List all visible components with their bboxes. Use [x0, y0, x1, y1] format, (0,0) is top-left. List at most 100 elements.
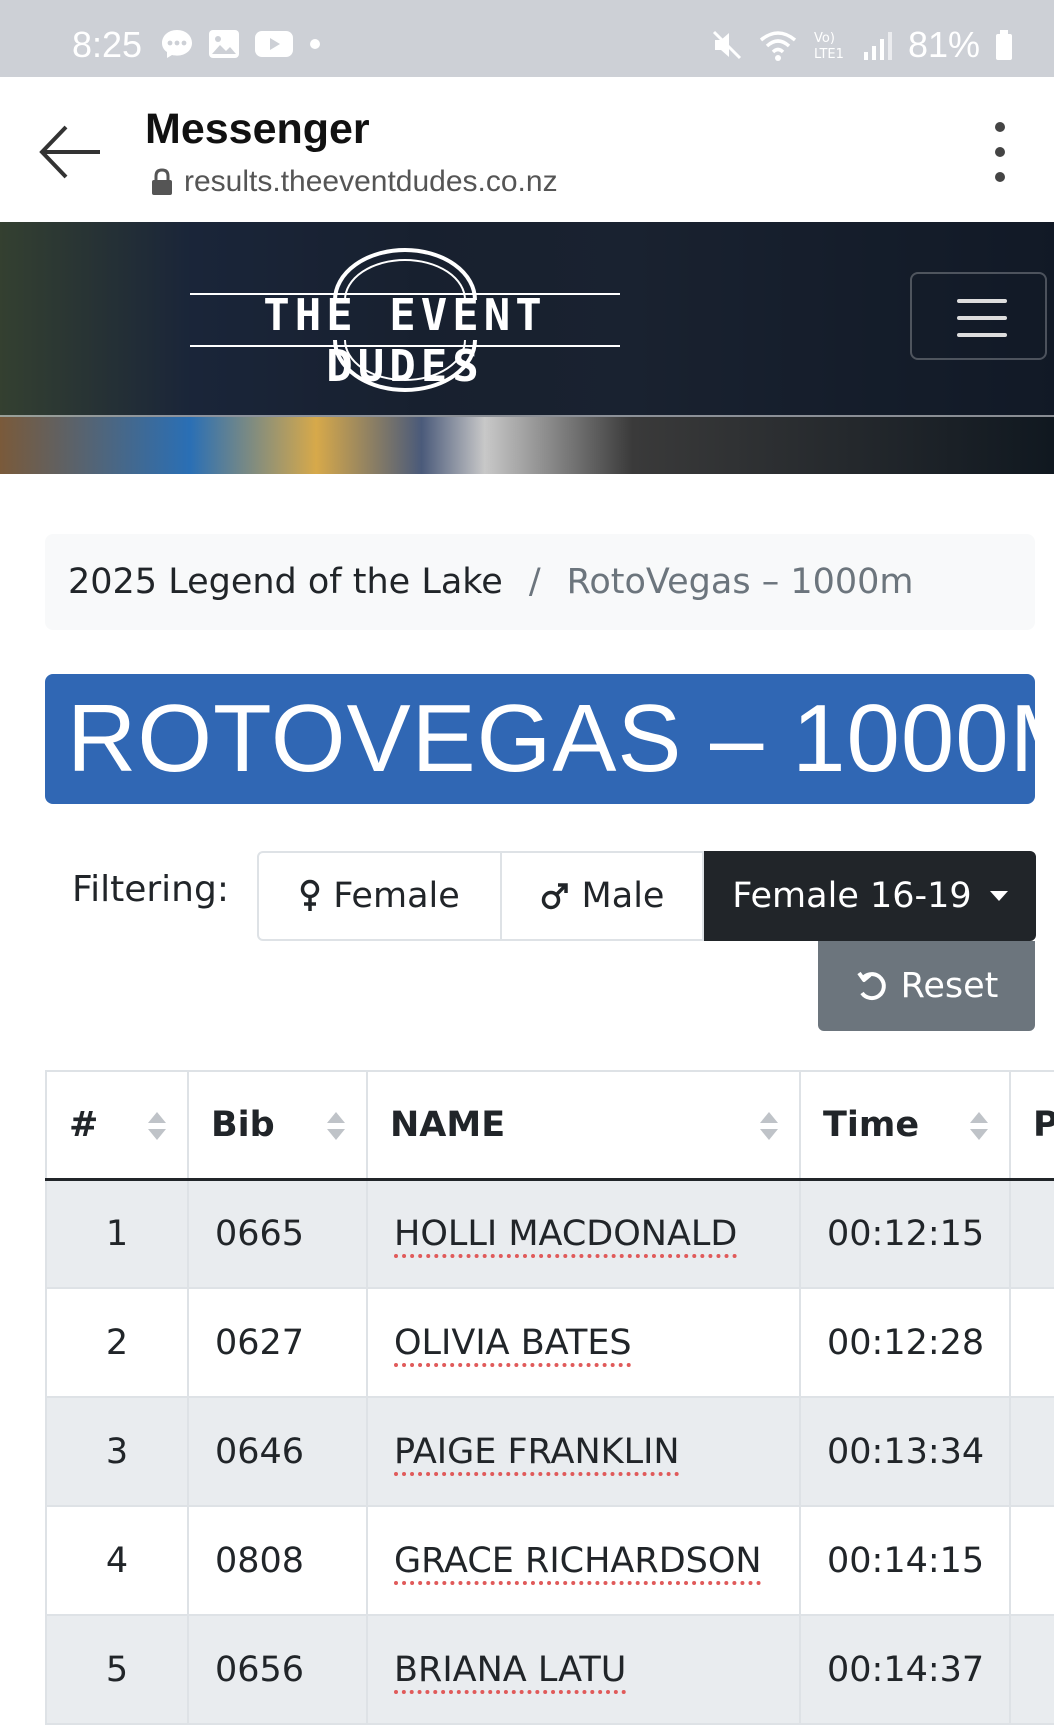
chevron-down-icon: [989, 891, 1008, 901]
hero-photo-strip: [0, 417, 1054, 474]
results-table: # Bib NAME Time P 1 0665 HOLLI MACDONALD…: [45, 1070, 1054, 1725]
female-icon: [300, 879, 320, 911]
reset-label: Reset: [900, 966, 999, 1006]
bib-cell: 0808: [187, 1505, 368, 1616]
table-row: 2 0627 OLIVIA BATES 00:12:28: [45, 1287, 1054, 1398]
athlete-name[interactable]: HOLLI MACDONALD: [394, 1214, 737, 1254]
header-label: Bib: [211, 1104, 275, 1145]
name-cell: BRIANA LATU: [366, 1614, 801, 1725]
bib-cell: 0665: [187, 1178, 368, 1289]
name-cell: HOLLI MACDONALD: [366, 1178, 801, 1289]
bib-cell: 0646: [187, 1396, 368, 1507]
position-cell: 5: [45, 1614, 189, 1725]
time-cell: 00:12:15: [799, 1178, 1011, 1289]
browser-title: Messenger: [145, 105, 370, 153]
back-arrow-icon[interactable]: [36, 117, 106, 187]
extra-cell: [1009, 1614, 1054, 1725]
age-group-dropdown[interactable]: Female 16-19: [704, 851, 1036, 941]
status-time: 8:25: [72, 24, 143, 65]
status-notification-icons: [160, 28, 322, 60]
wifi-icon: [759, 31, 797, 61]
mute-icon: [712, 30, 741, 60]
table-row: 5 0656 BRIANA LATU 00:14:37: [45, 1614, 1054, 1725]
sort-icon: [970, 1112, 988, 1140]
table-row: 4 0808 GRACE RICHARDSON 00:14:15: [45, 1505, 1054, 1616]
browser-url[interactable]: results.theeventdudes.co.nz: [150, 165, 558, 199]
menu-bar: [957, 316, 1007, 320]
event-dudes-logo[interactable]: THE EVENT DUDES: [190, 242, 620, 392]
status-bar: 8:25 Vo) LTE1 81%: [0, 0, 1054, 77]
female-filter-button[interactable]: Female: [257, 851, 502, 941]
athlete-name[interactable]: OLIVIA BATES: [394, 1323, 632, 1363]
header-label: Time: [823, 1104, 920, 1145]
filter-button-group: Female Male Female 16-19: [257, 851, 1036, 941]
volte-icon: Vo)LTE1: [814, 31, 844, 62]
male-icon: [541, 883, 568, 910]
page-title: ROTOVEGAS – 1000M: [45, 674, 1035, 804]
age-group-label: Female 16-19: [732, 876, 972, 916]
position-cell: 1: [45, 1178, 189, 1289]
column-header-name[interactable]: NAME: [366, 1070, 801, 1181]
menu-bar: [957, 333, 1007, 337]
header-label: NAME: [390, 1104, 506, 1145]
bib-cell: 0627: [187, 1287, 368, 1398]
gallery-icon: [209, 30, 239, 58]
header-label: #: [69, 1104, 99, 1145]
time-cell: 00:12:28: [799, 1287, 1011, 1398]
breadcrumb-current: RotoVegas – 1000m: [566, 562, 914, 602]
bib-cell: 0656: [187, 1614, 368, 1725]
header-label: P: [1033, 1104, 1054, 1145]
position-cell: 2: [45, 1287, 189, 1398]
dot-icon: [310, 39, 320, 49]
url-text: results.theeventdudes.co.nz: [184, 165, 558, 198]
athlete-name[interactable]: BRIANA LATU: [394, 1650, 626, 1690]
breadcrumb-event-link[interactable]: 2025 Legend of the Lake: [68, 562, 503, 602]
name-cell: PAIGE FRANKLIN: [366, 1396, 801, 1507]
extra-cell: [1009, 1396, 1054, 1507]
status-system-icons: Vo) LTE1 81%: [710, 24, 1014, 66]
male-filter-button[interactable]: Male: [502, 851, 704, 941]
table-row: 1 0665 HOLLI MACDONALD 00:12:15: [45, 1178, 1054, 1289]
youtube-icon: [255, 31, 293, 57]
position-cell: 3: [45, 1396, 189, 1507]
male-filter-label: Male: [581, 876, 665, 916]
sort-icon: [760, 1112, 778, 1140]
column-header-bib[interactable]: Bib: [187, 1070, 368, 1181]
female-filter-label: Female: [333, 876, 460, 916]
table-header-row: # Bib NAME Time P: [45, 1070, 1054, 1181]
column-header-partial[interactable]: P: [1009, 1070, 1054, 1181]
athlete-name[interactable]: GRACE RICHARDSON: [394, 1541, 762, 1581]
time-cell: 00:14:15: [799, 1505, 1011, 1616]
svg-text:LTE1: LTE1: [814, 47, 844, 62]
logo-text: THE EVENT DUDES: [263, 290, 547, 392]
battery-percent: 81%: [907, 24, 980, 65]
messenger-icon: [162, 30, 192, 58]
sort-icon: [327, 1112, 345, 1140]
menu-bar: [957, 299, 1007, 303]
time-cell: 00:13:34: [799, 1396, 1011, 1507]
svg-text:Vo): Vo): [814, 31, 835, 46]
extra-cell: [1009, 1287, 1054, 1398]
reset-button[interactable]: Reset: [818, 941, 1035, 1031]
content-area: 2025 Legend of the Lake / RotoVegas – 10…: [0, 474, 1054, 1726]
hamburger-menu-button[interactable]: [910, 272, 1047, 360]
table-row: 3 0646 PAIGE FRANKLIN 00:13:34: [45, 1396, 1054, 1507]
sort-icon: [148, 1112, 166, 1140]
extra-cell: [1009, 1505, 1054, 1616]
breadcrumb: 2025 Legend of the Lake / RotoVegas – 10…: [45, 534, 1035, 630]
in-app-browser-header: Messenger results.theeventdudes.co.nz: [0, 77, 1054, 222]
battery-icon: [996, 30, 1012, 60]
signal-icon: [863, 32, 892, 60]
position-cell: 4: [45, 1505, 189, 1616]
time-cell: 00:14:37: [799, 1614, 1011, 1725]
athlete-name[interactable]: PAIGE FRANKLIN: [394, 1432, 680, 1472]
name-cell: OLIVIA BATES: [366, 1287, 801, 1398]
more-options-icon[interactable]: [985, 117, 1015, 187]
column-header-position[interactable]: #: [45, 1070, 189, 1181]
hero-divider: [0, 415, 1054, 417]
column-header-time[interactable]: Time: [799, 1070, 1011, 1181]
filter-label: Filtering:: [72, 869, 229, 910]
breadcrumb-separator: /: [528, 562, 541, 602]
hero-banner: THE EVENT DUDES: [0, 222, 1054, 474]
extra-cell: [1009, 1178, 1054, 1289]
